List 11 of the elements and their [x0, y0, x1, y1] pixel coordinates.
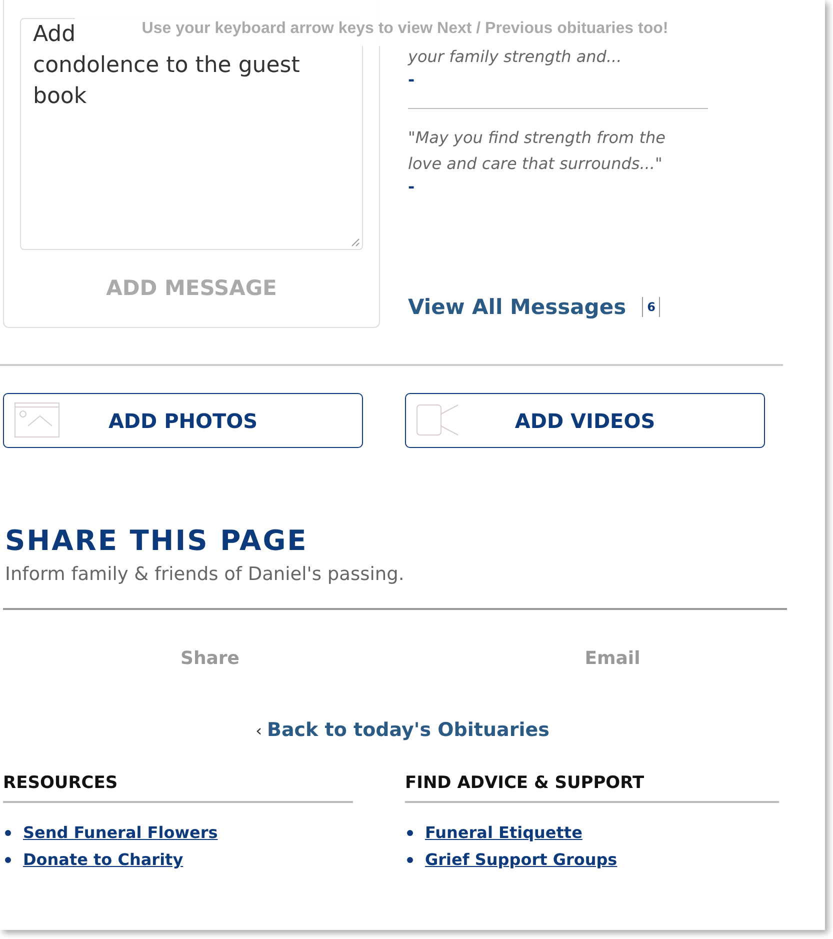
back-chevron-icon: ‹ — [256, 721, 262, 740]
message-text: your family strength and... — [408, 46, 622, 68]
message-text: "May you find strength from the love and care that surrounds..." — [408, 127, 666, 175]
message-author: - — [408, 70, 415, 90]
message-count: 6 — [642, 297, 660, 317]
share-subtitle: Inform family & friends of Daniel's passing. — [5, 563, 406, 587]
footer-section-title: RESOURCES — [3, 773, 353, 803]
share-title: SHARE THIS PAGE — [5, 524, 309, 558]
footer-section-title: FIND ADVICE & SUPPORT — [405, 773, 779, 803]
keyboard-hint-toast: Use your keyboard arrow keys to view Next / Previous obituaries too! — [75, 0, 735, 46]
message-author: - — [408, 177, 415, 197]
